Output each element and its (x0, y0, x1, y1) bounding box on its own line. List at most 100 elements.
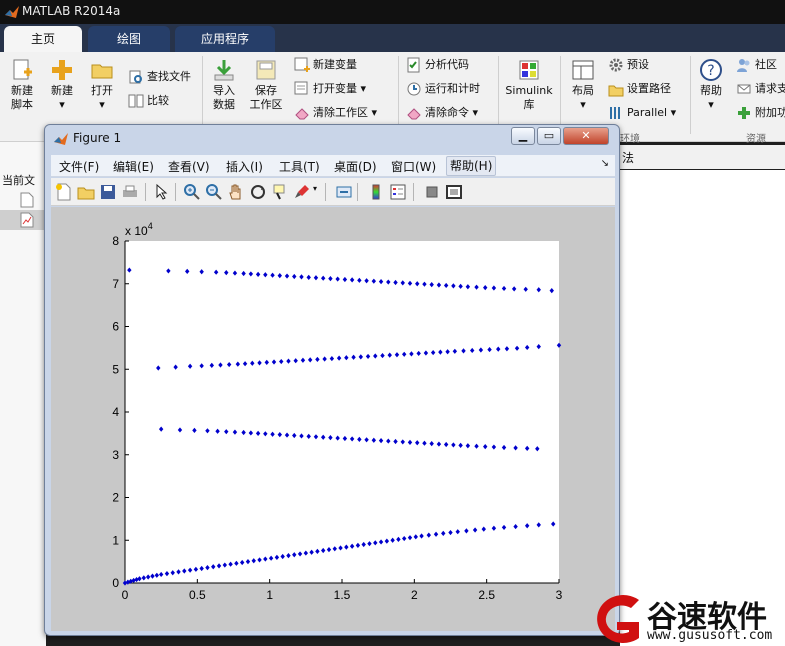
menu-view[interactable]: 查看(V) (168, 158, 210, 175)
hide-plot-tools-icon[interactable] (423, 183, 441, 201)
file-icon[interactable] (20, 192, 34, 208)
community-icon (737, 59, 750, 72)
watermark-url: www.gususoft.com (647, 628, 773, 643)
y-tick-label: 5 (112, 362, 119, 376)
plot-area (125, 241, 559, 583)
show-plot-tools-icon[interactable] (445, 183, 463, 201)
command-window-area[interactable] (620, 170, 785, 646)
menu-window[interactable]: 窗口(W) (391, 158, 436, 175)
y-tick-label: 2 (112, 491, 119, 505)
brush-icon[interactable] (293, 183, 311, 201)
analyze-code-button[interactable]: 分析代码 (406, 56, 469, 74)
tab-home[interactable]: 主页 (4, 26, 82, 52)
watermark: 谷速软件 www.gususoft.com (587, 592, 785, 646)
ribbon-separator (398, 56, 399, 134)
x-tick-label: 2.5 (478, 588, 495, 602)
save-icon[interactable] (99, 183, 117, 201)
x-tick-label: 3 (556, 588, 563, 602)
print-icon[interactable] (121, 183, 139, 201)
figure-window[interactable]: Figure 1 ▁ ▭ ✕ 文件(F) 编辑(E) 查看(V) 插入(I) 工… (44, 124, 620, 636)
brush-dropdown-icon[interactable]: ▾ (313, 184, 317, 193)
menu-help[interactable]: 帮助(H) (446, 156, 497, 176)
open-file-icon[interactable] (77, 183, 95, 201)
gear-icon (609, 58, 623, 72)
figure-menubar: 文件(F) 编辑(E) 查看(V) 插入(I) 工具(T) 桌面(D) 窗口(W… (51, 155, 615, 177)
group-label-environment: 环境 (620, 134, 640, 145)
close-button[interactable]: ✕ (563, 127, 609, 145)
parallel-button[interactable]: Parallel ▾ (608, 104, 676, 122)
layout-button[interactable]: 布局 ▾ (566, 58, 600, 112)
group-label-resources: 资源 (746, 134, 766, 145)
menu-desktop[interactable]: 桌面(D) (334, 158, 377, 175)
ribbon-separator (202, 56, 203, 134)
data-cursor-icon[interactable] (271, 183, 289, 201)
addons-button[interactable]: 附加功 (736, 104, 785, 122)
plus-icon (738, 107, 750, 119)
menu-insert[interactable]: 插入(I) (226, 158, 263, 175)
y-exponent-label: x 104 (125, 221, 153, 238)
app-titlebar: MATLAB R2014a (0, 0, 785, 24)
rotate-3d-icon[interactable] (249, 183, 267, 201)
figure-canvas: 0 0.5 1 1.5 2 2.5 3 0 1 2 3 4 5 6 7 8 x 104 (51, 207, 615, 631)
open-variable-button[interactable]: 打开变量 ▾ (294, 80, 366, 98)
y-tick-label: 7 (112, 277, 119, 291)
open-button[interactable]: 打开 ▾ (84, 58, 120, 112)
clear-commands-button[interactable]: 清除命令 ▾ (406, 104, 478, 122)
set-path-icon (608, 85, 624, 97)
simulink-library-button[interactable]: Simulink 库 (502, 58, 556, 112)
parallel-icon (610, 107, 620, 119)
folder-icon (91, 64, 113, 79)
run-and-time-button[interactable]: 运行和计时 (406, 80, 480, 98)
menu-tools[interactable]: 工具(T) (279, 158, 320, 175)
address-text: 法 (622, 151, 635, 165)
ribbon-separator (690, 56, 691, 134)
zoom-in-icon[interactable] (183, 183, 201, 201)
y-tick-label: 4 (112, 405, 119, 419)
ribbon-separator (560, 56, 561, 134)
set-path-button[interactable]: 设置路径 (608, 80, 671, 98)
pan-hand-icon[interactable] (227, 183, 245, 201)
clear-workspace-button[interactable]: 清除工作区 ▾ (294, 104, 377, 122)
import-data-button[interactable]: 导入 数据 (206, 58, 242, 112)
maximize-button[interactable]: ▭ (537, 127, 561, 145)
zoom-out-icon[interactable] (205, 183, 223, 201)
compare-button[interactable]: 比较 (128, 92, 169, 110)
toolbar-separator (145, 183, 146, 201)
run-and-time-icon (407, 82, 421, 96)
pointer-icon[interactable] (153, 183, 171, 201)
new-variable-icon (294, 57, 310, 72)
help-button[interactable]: ? 帮助 ▾ (694, 58, 728, 112)
toolbar-separator (175, 183, 176, 201)
menu-edit[interactable]: 编辑(E) (113, 158, 154, 175)
y-tick-label: 8 (112, 234, 119, 248)
tab-apps[interactable]: 应用程序 (175, 26, 275, 52)
analyze-code-icon (407, 57, 420, 73)
new-button[interactable]: 新建 ▾ (44, 58, 80, 112)
legend-icon[interactable] (389, 183, 407, 201)
selected-file-row[interactable] (0, 210, 46, 230)
toolbar-separator (413, 183, 414, 201)
community-button[interactable]: 社区 (736, 56, 777, 74)
preferences-button[interactable]: 预设 (608, 56, 649, 74)
request-support-button[interactable]: 请求支 (736, 80, 785, 98)
save-workspace-button[interactable]: 保存 工作区 (246, 58, 286, 112)
menu-file[interactable]: 文件(F) (59, 158, 99, 175)
colorbar-icon[interactable] (367, 183, 385, 201)
y-tick-label: 3 (112, 448, 119, 462)
matlab-logo-icon (54, 133, 68, 145)
y-tick-label: 6 (112, 320, 119, 334)
help-icon: ? (700, 59, 722, 81)
toolbar-separator (325, 183, 326, 201)
link-plot-icon[interactable] (335, 183, 353, 201)
new-script-button[interactable]: 新建 脚本 (4, 58, 40, 112)
scatter-plot[interactable]: 0 0.5 1 1.5 2 2.5 3 0 1 2 3 4 5 6 7 8 x 104 (51, 207, 615, 631)
tab-plots[interactable]: 绘图 (88, 26, 170, 52)
x-tick-label: 1 (266, 588, 273, 602)
find-files-button[interactable]: 查找文件 (128, 68, 191, 86)
menubar-dock-arrow-icon[interactable]: ↘ (601, 158, 609, 169)
gususoft-logo-icon (597, 595, 639, 643)
x-tick-label: 0.5 (189, 588, 206, 602)
new-figure-icon[interactable] (55, 183, 73, 201)
minimize-button[interactable]: ▁ (511, 127, 535, 145)
new-variable-button[interactable]: 新建变量 (294, 56, 357, 74)
